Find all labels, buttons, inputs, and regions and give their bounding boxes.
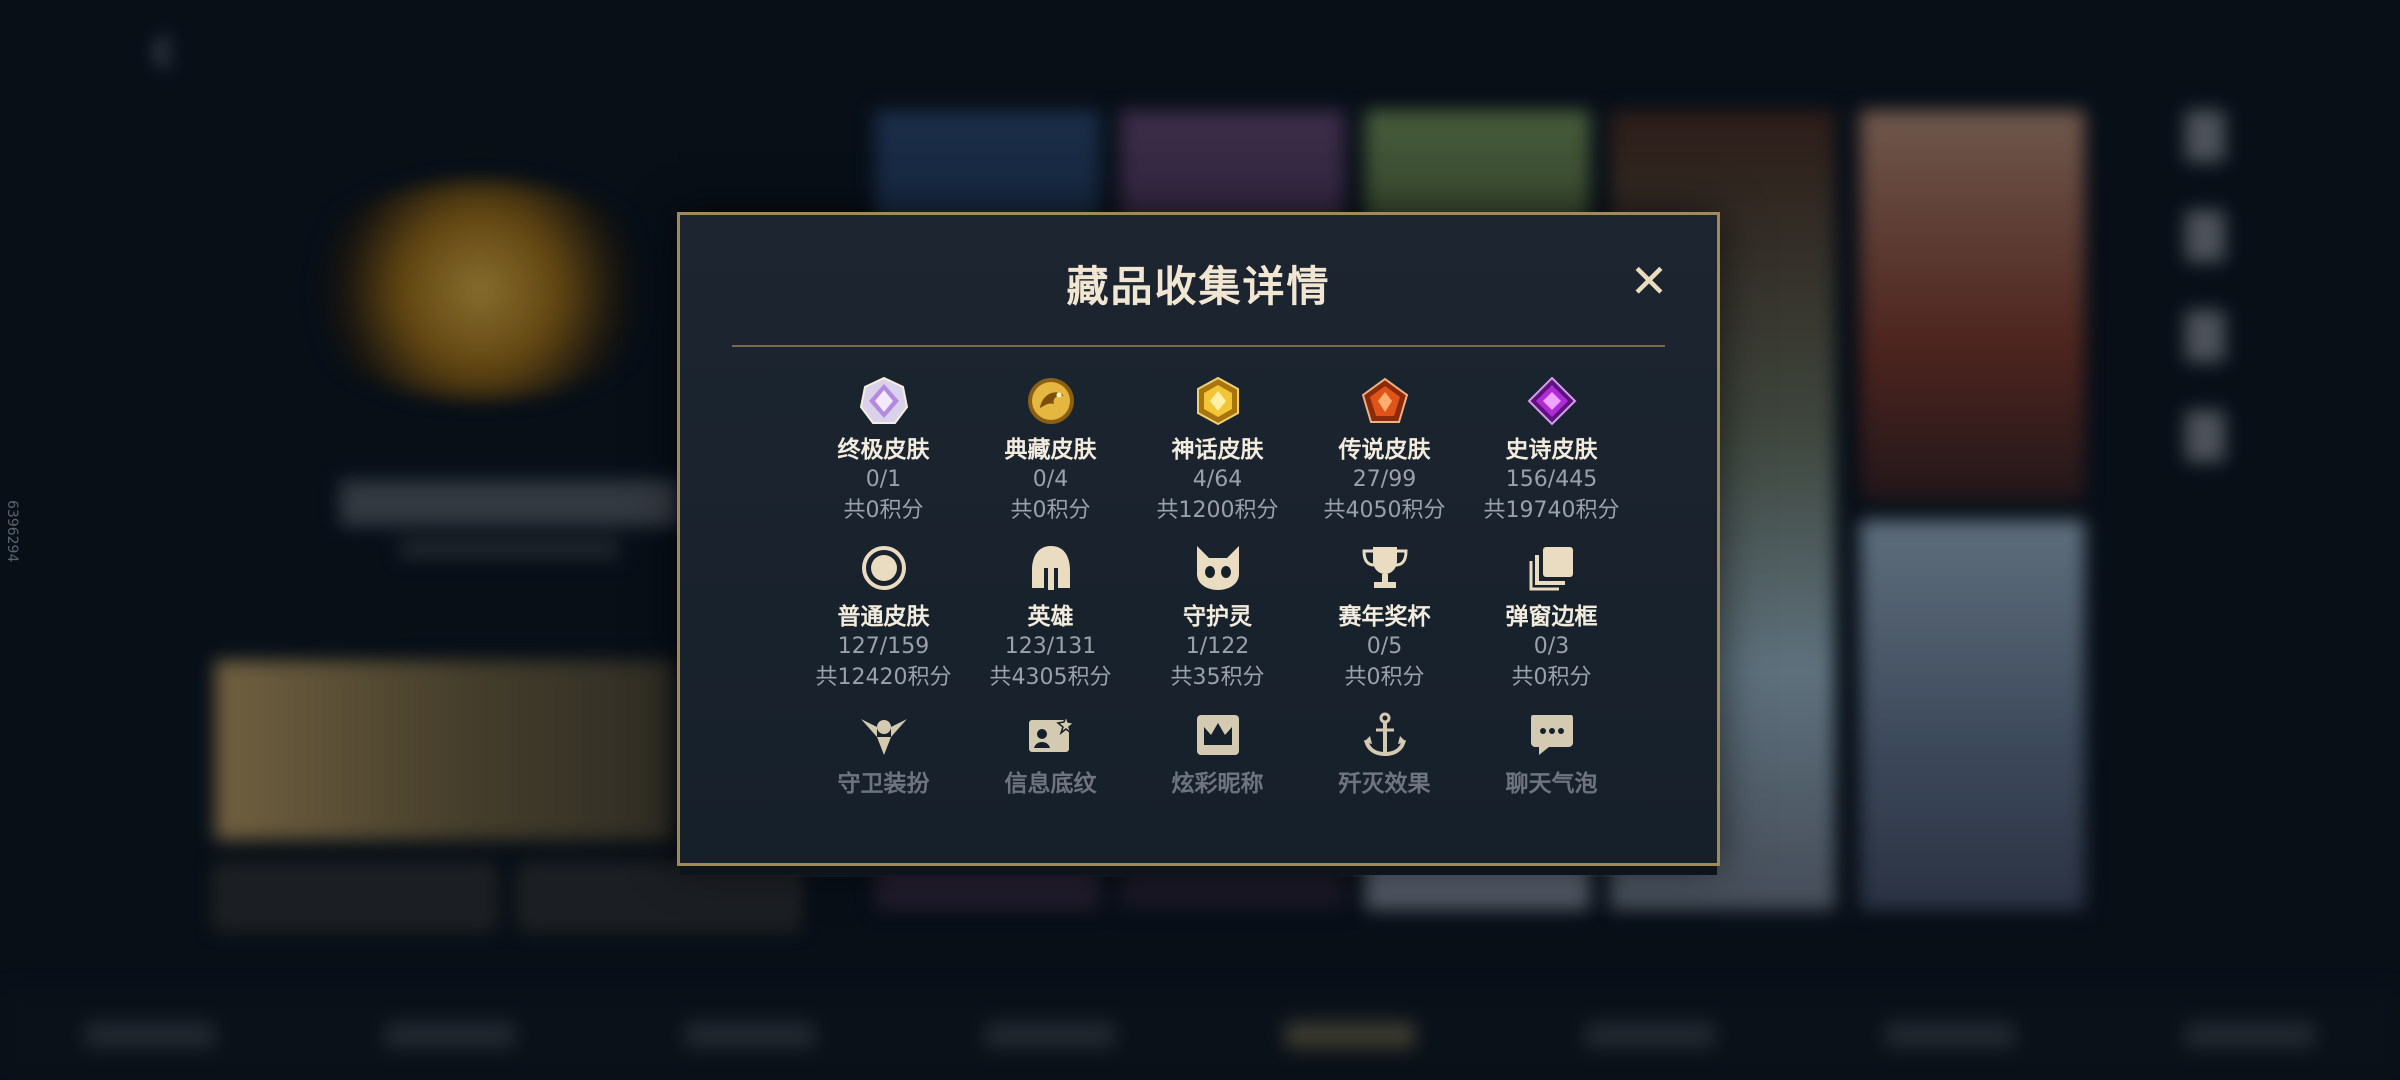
- item-name: 英雄: [1027, 604, 1074, 630]
- item-count: 0/4: [1032, 467, 1069, 492]
- item-name: 普通皮肤: [837, 604, 930, 630]
- collection-details-dialog: 藏品收集详情 ✕ 终极皮肤 0/1 共0积分 典藏皮肤 0/4 共0积分 神话皮…: [677, 212, 1727, 877]
- side-id-number: 6396294: [4, 500, 20, 563]
- collection-item-legendary-skins[interactable]: 传说皮肤 27/99 共4050积分: [1301, 375, 1468, 542]
- collection-item-champions[interactable]: 英雄 123/131 共4305积分: [967, 542, 1134, 709]
- item-count: 123/131: [1004, 634, 1097, 659]
- item-count: 4/64: [1192, 467, 1243, 492]
- item-name: 典藏皮肤: [1004, 437, 1097, 463]
- item-points: 共19740积分: [1483, 498, 1620, 523]
- item-name: 守护灵: [1183, 604, 1252, 630]
- legendary-gem-icon: [1359, 375, 1411, 427]
- crown-icon: [1192, 709, 1244, 761]
- little-legend-icon: [1192, 542, 1244, 594]
- item-name: 终极皮肤: [837, 437, 930, 463]
- frames-icon: [1526, 542, 1578, 594]
- ultimate-gem-icon: [858, 375, 910, 427]
- item-points: 共1200积分: [1156, 498, 1279, 523]
- epic-gem-icon: [1526, 375, 1578, 427]
- item-points: 共12420积分: [815, 665, 952, 690]
- scroll-fade: [683, 790, 1714, 860]
- item-count: 0/1: [865, 467, 902, 492]
- chat-bubble-icon: [1526, 709, 1578, 761]
- anchor-icon: [1359, 709, 1411, 761]
- ward-icon: [858, 709, 910, 761]
- item-name: 神话皮肤: [1171, 437, 1264, 463]
- item-count: 127/159: [837, 634, 930, 659]
- close-icon[interactable]: ✕: [1629, 258, 1669, 304]
- item-name: 史诗皮肤: [1505, 437, 1598, 463]
- collection-item-prestige-skins[interactable]: 典藏皮肤 0/4 共0积分: [967, 375, 1134, 542]
- dialog-title: 藏品收集详情: [1066, 262, 1331, 311]
- collection-item-classic-skins[interactable]: 普通皮肤 127/159 共12420积分: [800, 542, 967, 709]
- circle-icon: [858, 542, 910, 594]
- item-points: 共35积分: [1170, 665, 1265, 690]
- helmet-icon: [1025, 542, 1077, 594]
- title-divider: [732, 345, 1665, 347]
- item-points: 共0积分: [1344, 665, 1425, 690]
- item-count: 156/445: [1505, 467, 1598, 492]
- item-points: 共0积分: [1511, 665, 1592, 690]
- item-points: 共4305积分: [989, 665, 1112, 690]
- mythic-gem-icon: [1192, 375, 1244, 427]
- item-count: 27/99: [1352, 467, 1417, 492]
- item-name: 传说皮肤: [1338, 437, 1431, 463]
- collection-item-season-trophies[interactable]: 赛年奖杯 0/5 共0积分: [1301, 542, 1468, 709]
- trophy-icon: [1359, 542, 1411, 594]
- collection-item-epic-skins[interactable]: 史诗皮肤 156/445 共19740积分: [1468, 375, 1635, 542]
- item-name: 赛年奖杯: [1338, 604, 1431, 630]
- item-points: 共0积分: [843, 498, 924, 523]
- collection-item-ultimate-skins[interactable]: 终极皮肤 0/1 共0积分: [800, 375, 967, 542]
- item-name: 弹窗边框: [1505, 604, 1598, 630]
- item-count: 0/3: [1533, 634, 1570, 659]
- item-points: 共0积分: [1010, 498, 1091, 523]
- collection-item-little-legends[interactable]: 守护灵 1/122 共35积分: [1134, 542, 1301, 709]
- profile-banner-icon: [1025, 709, 1077, 761]
- collection-item-mythic-skins[interactable]: 神话皮肤 4/64 共1200积分: [1134, 375, 1301, 542]
- item-count: 1/122: [1185, 634, 1250, 659]
- item-count: 0/5: [1366, 634, 1403, 659]
- item-points: 共4050积分: [1323, 498, 1446, 523]
- dragon-medallion-icon: [1025, 375, 1077, 427]
- collection-item-popup-frames[interactable]: 弹窗边框 0/3 共0积分: [1468, 542, 1635, 709]
